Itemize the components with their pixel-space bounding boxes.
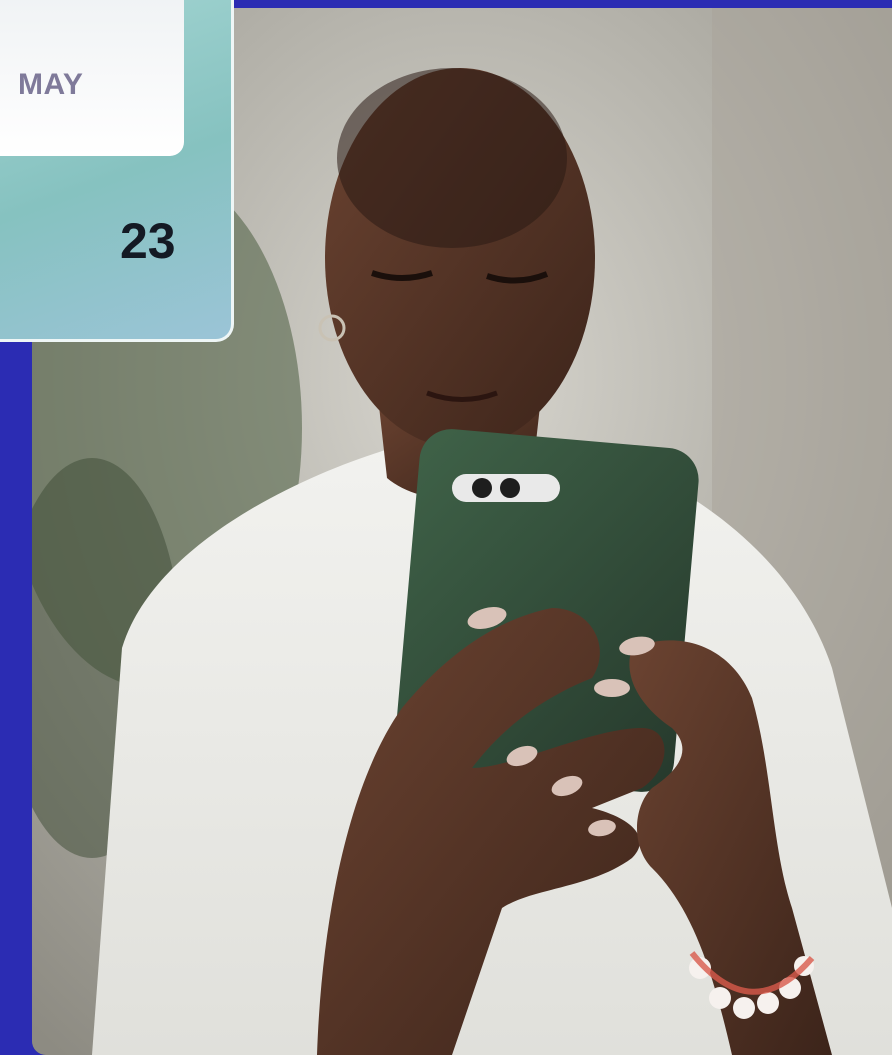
page: MAY 23 [0, 0, 892, 1055]
calendar-month-panel: MAY [0, 0, 184, 156]
calendar-day-label: 23 [120, 213, 176, 269]
calendar-date-card: MAY 23 [0, 0, 234, 342]
calendar-month-label: MAY [18, 68, 84, 101]
calendar-ring-icon [32, 0, 102, 2]
